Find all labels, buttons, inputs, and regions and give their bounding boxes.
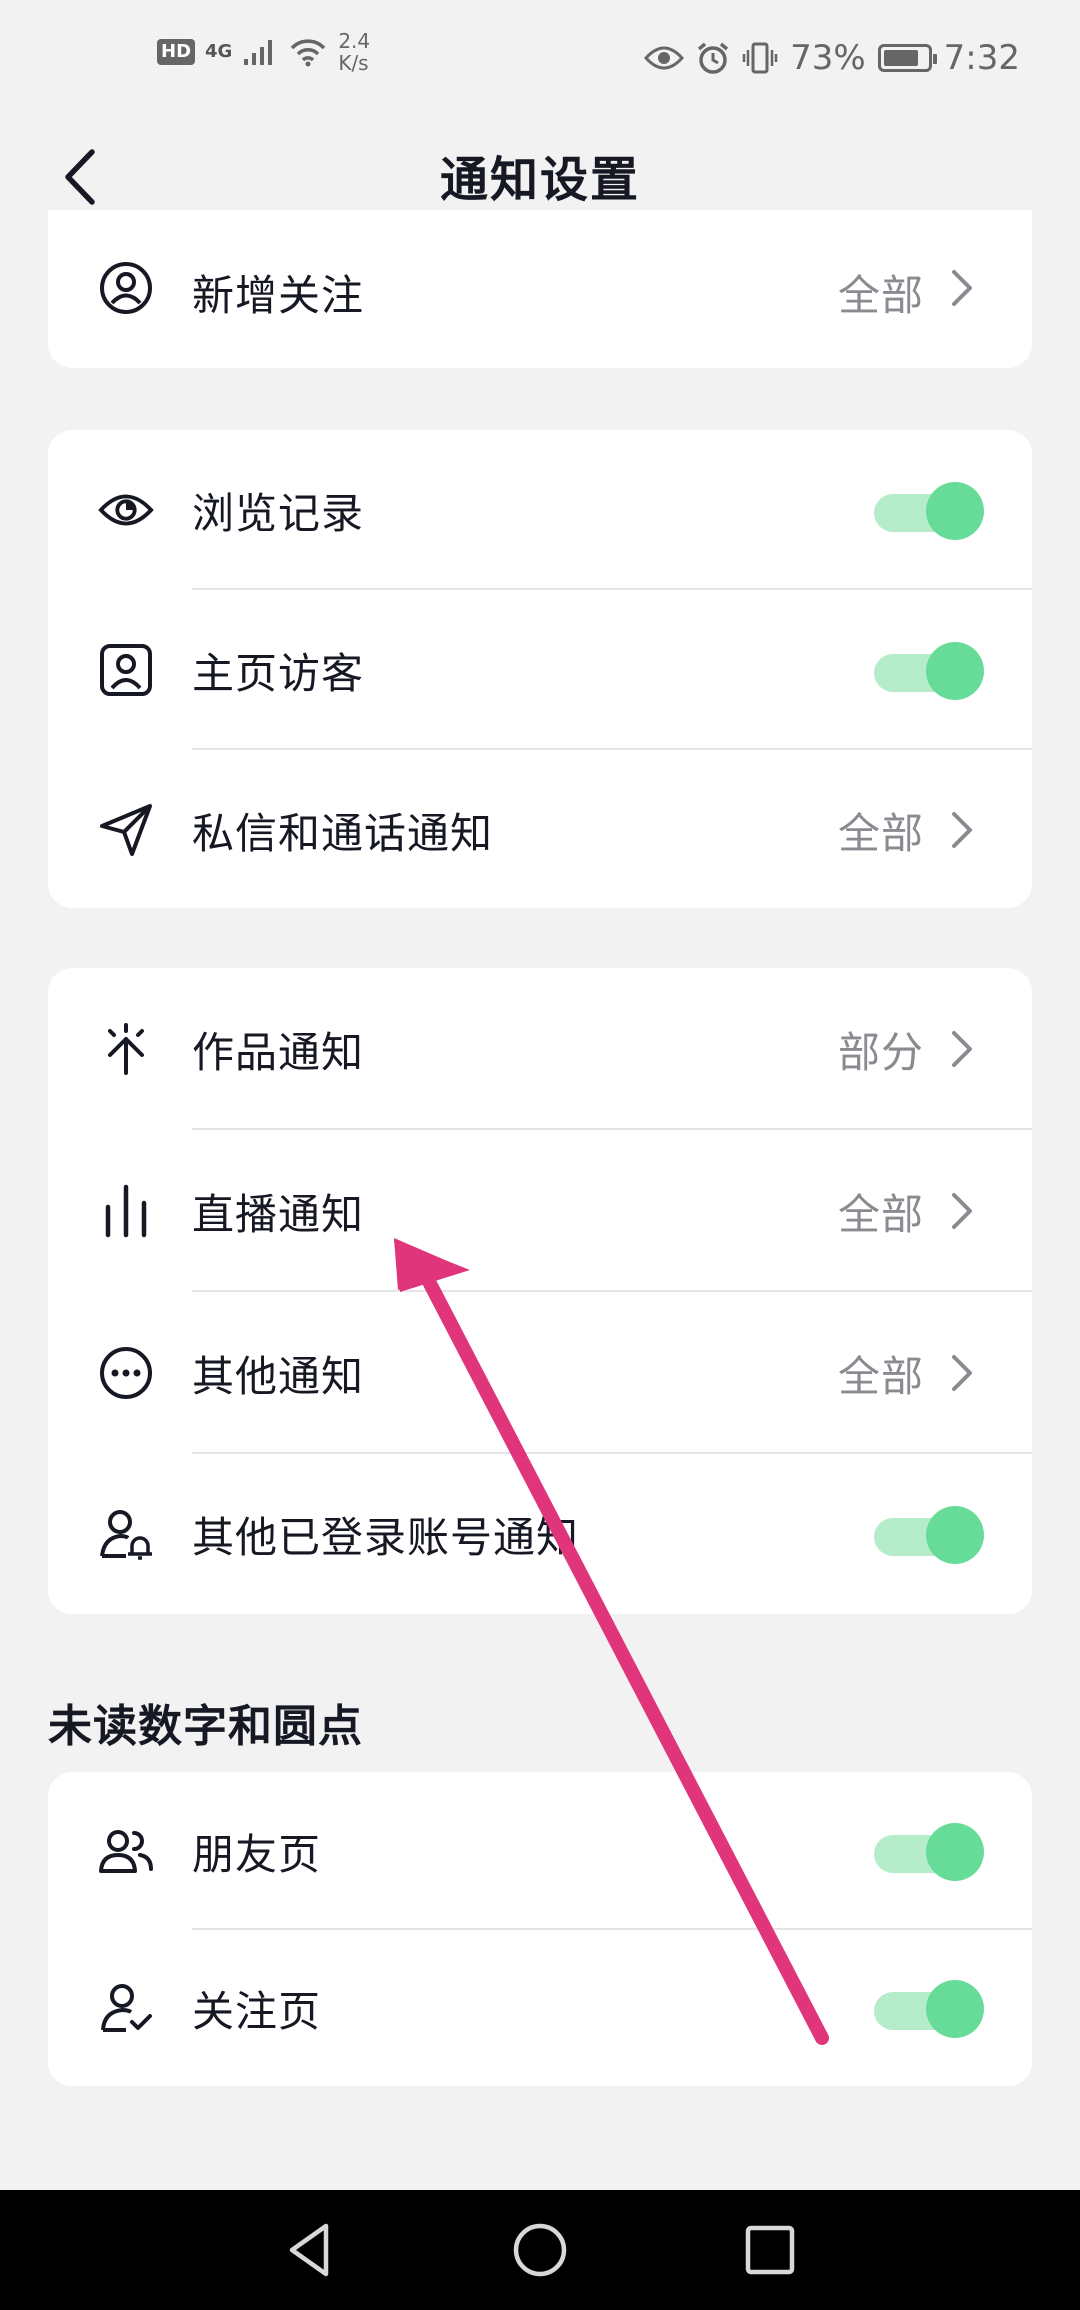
speed-unit: K/s bbox=[338, 51, 369, 75]
person-circle-icon bbox=[98, 260, 154, 316]
person-check-icon bbox=[98, 1980, 154, 2036]
row-friends-page[interactable]: 朋友页 bbox=[48, 1772, 1032, 1930]
status-right: 73% 7:32 bbox=[644, 38, 1020, 78]
eye-care-icon bbox=[644, 46, 685, 70]
vibrate-icon bbox=[742, 42, 778, 74]
spark-icon bbox=[98, 1021, 154, 1077]
friends-page-toggle[interactable] bbox=[874, 1823, 984, 1881]
chevron-right-icon bbox=[952, 270, 972, 306]
battery-percent: 73% bbox=[790, 38, 866, 78]
nav-home-icon[interactable] bbox=[510, 2220, 570, 2280]
page-title: 通知设置 bbox=[439, 152, 640, 208]
row-new-follow[interactable]: 新增关注 全部 bbox=[48, 210, 1032, 368]
card-follow: 新增关注 全部 bbox=[48, 210, 1032, 368]
row-value: 全部 bbox=[837, 808, 924, 858]
battery-icon bbox=[877, 44, 937, 72]
row-value: 全部 bbox=[837, 1189, 924, 1239]
chevron-right-icon bbox=[952, 1031, 972, 1067]
send-icon bbox=[98, 802, 154, 858]
profile-card-icon bbox=[98, 642, 154, 698]
row-label: 新增关注 bbox=[192, 271, 365, 320]
other-accounts-toggle[interactable] bbox=[874, 1506, 984, 1564]
following-page-toggle[interactable] bbox=[874, 1980, 984, 2038]
nav-recents-icon[interactable] bbox=[740, 2220, 800, 2280]
row-profile-visitors[interactable]: 主页访客 bbox=[48, 590, 1032, 750]
chevron-right-icon bbox=[952, 1355, 972, 1391]
row-label: 其他已登录账号通知 bbox=[192, 1512, 580, 1562]
row-label: 浏览记录 bbox=[192, 488, 365, 538]
signal-icon bbox=[244, 40, 273, 65]
row-other[interactable]: 其他通知 全部 bbox=[48, 1292, 1032, 1454]
status-left: HD 4G 2.4 K/s bbox=[157, 30, 370, 74]
row-label: 私信和通话通知 bbox=[192, 808, 494, 858]
status-bar: HD 4G 2.4 K/s 73% 7:32 bbox=[0, 0, 1080, 120]
row-value: 全部 bbox=[837, 1351, 924, 1401]
system-nav-bar bbox=[0, 2190, 1080, 2310]
card-content-notifications: 作品通知 部分 直播通知 全部 其他通知 全部 其他已登录账号通知 bbox=[48, 968, 1032, 1614]
speed-value: 2.4 bbox=[338, 29, 371, 53]
network-speed: 2.4 K/s bbox=[338, 30, 370, 74]
card-unread: 朋友页 关注页 bbox=[48, 1772, 1032, 2086]
nav-back-icon[interactable] bbox=[280, 2220, 340, 2280]
chevron-right-icon bbox=[952, 812, 972, 848]
row-label: 朋友页 bbox=[192, 1829, 322, 1879]
profile-visitors-toggle[interactable] bbox=[874, 642, 984, 700]
eye-icon bbox=[98, 482, 154, 538]
section-title-unread: 未读数字和圆点 bbox=[48, 1701, 363, 1752]
chevron-right-icon bbox=[952, 1193, 972, 1229]
clock: 7:32 bbox=[943, 38, 1020, 78]
bar-chart-icon bbox=[98, 1183, 154, 1239]
alarm-icon bbox=[697, 42, 729, 74]
row-label: 主页访客 bbox=[192, 648, 365, 698]
row-dm-call[interactable]: 私信和通话通知 全部 bbox=[48, 750, 1032, 908]
row-label: 直播通知 bbox=[192, 1189, 365, 1239]
row-label: 作品通知 bbox=[192, 1027, 365, 1077]
row-other-accounts[interactable]: 其他已登录账号通知 bbox=[48, 1454, 1032, 1614]
row-value: 部分 bbox=[837, 1027, 924, 1077]
row-following-page[interactable]: 关注页 bbox=[48, 1930, 1032, 2086]
browse-history-toggle[interactable] bbox=[874, 482, 984, 540]
row-works[interactable]: 作品通知 部分 bbox=[48, 968, 1032, 1130]
network-type: 4G bbox=[205, 41, 233, 62]
hd-badge: HD bbox=[157, 39, 196, 65]
row-browse-history[interactable]: 浏览记录 bbox=[48, 430, 1032, 590]
wifi-icon bbox=[291, 39, 326, 67]
card-visits: 浏览记录 主页访客 私信和通话通知 全部 bbox=[48, 430, 1032, 908]
row-label: 关注页 bbox=[192, 1986, 322, 2036]
row-live[interactable]: 直播通知 全部 bbox=[48, 1130, 1032, 1292]
friends-icon bbox=[98, 1823, 154, 1879]
row-value: 全部 bbox=[837, 271, 924, 320]
row-label: 其他通知 bbox=[192, 1351, 365, 1401]
person-bell-icon bbox=[98, 1506, 154, 1562]
more-dots-icon bbox=[98, 1345, 154, 1401]
